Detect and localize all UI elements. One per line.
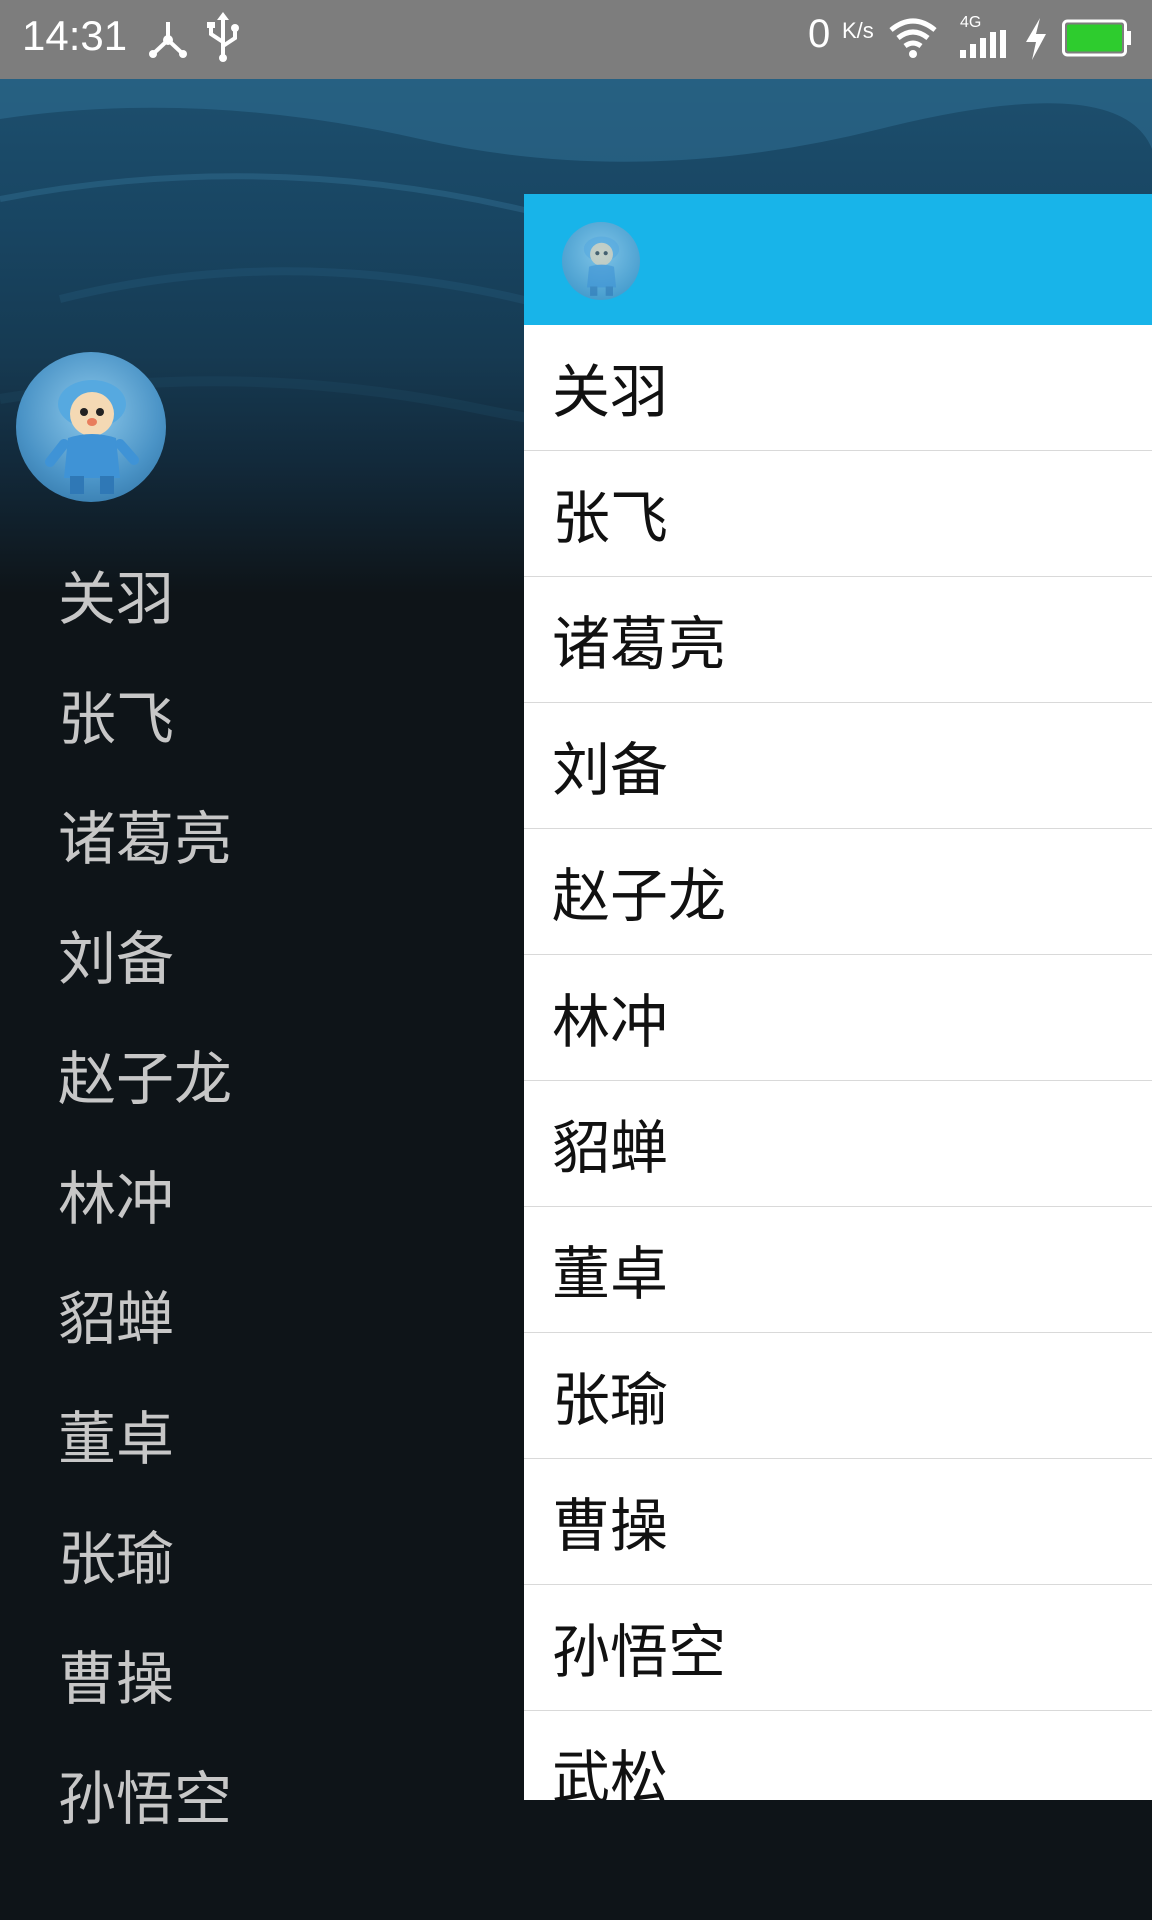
charging-icon [1026, 18, 1046, 60]
drawer-avatar[interactable] [16, 352, 166, 502]
list-item-label: 张瑜 [552, 1366, 669, 1434]
net-speed-unit: K/s [842, 18, 874, 43]
drawer-item[interactable]: 诸葛亮 [58, 779, 232, 899]
usb-share-icon [149, 22, 187, 58]
wifi-icon [889, 18, 937, 58]
list-item[interactable]: 武松 [524, 1711, 1152, 1800]
main-content-panel: 关羽 张飞 诸葛亮 刘备 赵子龙 林冲 貂蝉 董卓 张瑜 曹操 孙悟空 武松 [524, 194, 1152, 1800]
usb-icon [207, 12, 239, 62]
list-item[interactable]: 曹操 [524, 1459, 1152, 1585]
list-item-label: 董卓 [552, 1240, 669, 1308]
drawer-item[interactable]: 张瑜 [58, 1499, 232, 1619]
toolbar-avatar-button[interactable] [562, 222, 640, 300]
list-item-label: 孙悟空 [552, 1618, 727, 1686]
status-bar: 14:31 0 K/s 4G [0, 0, 1152, 79]
list-item[interactable]: 赵子龙 [524, 829, 1152, 955]
drawer-menu: 关羽 张飞 诸葛亮 刘备 赵子龙 林冲 貂蝉 董卓 张瑜 曹操 孙悟空 [58, 539, 232, 1859]
status-time: 14:31 [22, 12, 128, 59]
drawer-item[interactable]: 林冲 [58, 1139, 232, 1259]
app-screen: 14:31 0 K/s 4G 关羽 张飞 诸葛亮 刘备 赵子龙 林冲 貂蝉 董卓… [0, 0, 1152, 1920]
drawer-item[interactable]: 孙悟空 [58, 1739, 232, 1859]
list-item[interactable]: 诸葛亮 [524, 577, 1152, 703]
list-item[interactable]: 貂蝉 [524, 1081, 1152, 1207]
net-speed-value: 0 [808, 12, 831, 56]
list-item[interactable]: 董卓 [524, 1207, 1152, 1333]
list-item-label: 貂蝉 [552, 1114, 669, 1182]
signal-4g-icon [960, 30, 1006, 58]
name-list: 关羽 张飞 诸葛亮 刘备 赵子龙 林冲 貂蝉 董卓 张瑜 曹操 孙悟空 武松 [524, 325, 1152, 1800]
pocoyo-avatar-icon [583, 236, 620, 296]
list-item-label: 武松 [552, 1744, 669, 1800]
list-item-label: 刘备 [552, 736, 669, 804]
list-item[interactable]: 关羽 [524, 325, 1152, 451]
list-item-label: 林冲 [552, 988, 669, 1056]
list-item-label: 张飞 [552, 484, 669, 552]
battery-icon [1062, 19, 1131, 57]
list-item-label: 赵子龙 [552, 862, 727, 930]
list-item[interactable]: 张瑜 [524, 1333, 1152, 1459]
list-item-label: 曹操 [552, 1492, 669, 1560]
toolbar [524, 194, 1152, 325]
list-item-label: 关羽 [552, 358, 669, 426]
drawer-item[interactable]: 曹操 [58, 1619, 232, 1739]
list-item[interactable]: 刘备 [524, 703, 1152, 829]
drawer-item[interactable]: 刘备 [58, 899, 232, 1019]
drawer-item[interactable]: 赵子龙 [58, 1019, 232, 1139]
drawer-item[interactable]: 张飞 [58, 659, 232, 779]
drawer-item[interactable]: 关羽 [58, 539, 232, 659]
list-item[interactable]: 孙悟空 [524, 1585, 1152, 1711]
list-item[interactable]: 张飞 [524, 451, 1152, 577]
drawer-item[interactable]: 貂蝉 [58, 1259, 232, 1379]
list-item[interactable]: 林冲 [524, 955, 1152, 1081]
drawer-item[interactable]: 董卓 [58, 1379, 232, 1499]
list-item-label: 诸葛亮 [552, 610, 727, 678]
pocoyo-avatar-icon [45, 380, 139, 494]
